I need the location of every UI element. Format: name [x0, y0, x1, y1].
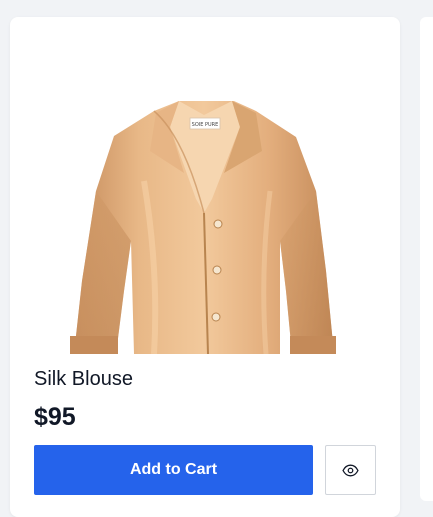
product-card: SOIE PURE Silk Blouse $95 Add to Cart — [10, 17, 400, 517]
quick-view-button[interactable] — [325, 445, 376, 495]
product-image[interactable]: SOIE PURE — [34, 41, 376, 354]
product-name: Silk Blouse — [34, 368, 133, 390]
add-to-cart-button[interactable]: Add to Cart — [34, 445, 313, 495]
eye-icon — [342, 464, 359, 476]
adjacent-card-edge — [420, 17, 433, 501]
silk-blouse-illustration: SOIE PURE — [70, 101, 336, 354]
garment-label: SOIE PURE — [192, 122, 219, 128]
product-price: $95 — [34, 403, 76, 431]
